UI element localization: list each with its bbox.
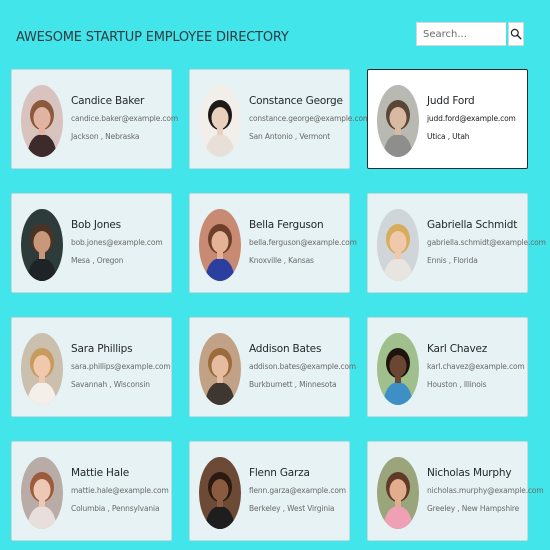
employee-card[interactable]: Nicholas Murphy nicholas.murphy@example.c… (367, 441, 544, 541)
employee-avatar (21, 209, 63, 281)
employee-card[interactable]: Addison Bates addison.bates@example.com Bu… (189, 317, 357, 417)
employee-email: karl.chavez@example.com (427, 362, 525, 371)
employee-name: Bob Jones (71, 219, 121, 231)
employee-location: Mesa , Oregon (71, 256, 124, 265)
page-title: AWESOME STARTUP EMPLOYEE DIRECTORY (16, 30, 289, 45)
employee-name: Bella Ferguson (249, 219, 324, 231)
employee-location: Ennis , Florida (427, 256, 478, 265)
search-form (416, 22, 524, 46)
employee-card[interactable]: Candice Baker candice.baker@example.com Ja… (11, 69, 179, 169)
employee-location: Knoxville , Kansas (249, 256, 314, 265)
search-icon (510, 28, 522, 40)
employee-location: Columbia , Pennsylvania (71, 504, 160, 513)
employee-info: Nicholas Murphy nicholas.murphy@example.c… (427, 466, 544, 514)
employee-name: Nicholas Murphy (427, 467, 512, 479)
employee-avatar (199, 333, 241, 405)
employee-info: Gabriella Schmidt gabriella.schmidt@examp… (427, 218, 546, 266)
employee-email: judd.ford@example.com (427, 114, 516, 123)
employee-email: bob.jones@example.com (71, 238, 163, 247)
employee-info: Karl Chavez karl.chavez@example.com Housto… (427, 342, 525, 390)
employee-name: Mattie Hale (71, 467, 129, 479)
employee-name: Judd Ford (427, 95, 475, 107)
employee-avatar (199, 85, 241, 157)
employee-card[interactable]: Sara Phillips sara.phillips@example.com Sa… (11, 317, 172, 417)
employee-info: Addison Bates addison.bates@example.com Bu… (249, 342, 357, 390)
employee-card[interactable]: Flenn Garza flenn.garza@example.com Berkel… (189, 441, 350, 541)
employee-avatar (377, 209, 419, 281)
employee-avatar (21, 457, 63, 529)
employee-location: Houston , Illinois (427, 380, 487, 389)
employee-email: mattie.hale@example.com (71, 486, 169, 495)
employee-card[interactable]: Constance George constance.george@example… (189, 69, 371, 169)
employee-avatar (199, 457, 241, 529)
employee-info: Judd Ford judd.ford@example.com Utica , Ut… (427, 94, 523, 142)
employee-avatar (21, 333, 63, 405)
employee-email: addison.bates@example.com (249, 362, 357, 371)
employee-email: constance.george@example.com (249, 114, 371, 123)
employee-location: Utica , Utah (427, 132, 470, 141)
employee-email: sara.phillips@example.com (71, 362, 171, 371)
search-button[interactable] (508, 22, 524, 46)
employee-name: Karl Chavez (427, 343, 488, 355)
employee-info: Flenn Garza flenn.garza@example.com Berkel… (249, 466, 346, 514)
employee-card[interactable]: Judd Ford judd.ford@example.com Utica , Ut… (367, 69, 528, 169)
employee-avatar (21, 85, 63, 157)
employee-avatar (377, 333, 419, 405)
employee-card[interactable]: Gabriella Schmidt gabriella.schmidt@examp… (367, 193, 546, 293)
employee-name: Candice Baker (71, 95, 145, 107)
employee-email: bella.ferguson@example.com (249, 238, 357, 247)
employee-name: Constance George (249, 95, 343, 107)
employee-name: Sara Phillips (71, 343, 133, 355)
employee-email: gabriella.schmidt@example.com (427, 238, 546, 247)
employee-avatar (377, 457, 419, 529)
employee-email: flenn.garza@example.com (249, 486, 346, 495)
employee-avatar (377, 85, 419, 157)
employee-location: Berkeley , West Virginia (249, 504, 335, 513)
employee-card[interactable]: Bella Ferguson bella.ferguson@example.com… (189, 193, 357, 293)
employee-location: Jackson , Nebraska (71, 132, 140, 141)
employee-email: candice.baker@example.com (71, 114, 179, 123)
employee-email: nicholas.murphy@example.com (427, 486, 544, 495)
employee-location: Burkburnett , Minnesota (249, 380, 337, 389)
employee-location: Greeley , New Hampshire (427, 504, 520, 513)
employee-location: Savannah , Wisconsin (71, 380, 150, 389)
employee-name: Flenn Garza (249, 467, 310, 479)
employee-location: San Antonio , Vermont (249, 132, 331, 141)
employee-info: Bob Jones bob.jones@example.com Mesa , Ore… (71, 218, 167, 266)
employee-info: Candice Baker candice.baker@example.com Ja… (71, 94, 179, 142)
employee-info: Constance George constance.george@example… (249, 94, 371, 142)
employee-card[interactable]: Mattie Hale mattie.hale@example.com Columb… (11, 441, 172, 541)
employee-info: Sara Phillips sara.phillips@example.com Sa… (71, 342, 171, 390)
employee-directory-page: AWESOME STARTUP EMPLOYEE DIRECTORY Candi… (0, 0, 550, 550)
search-input[interactable] (416, 22, 506, 46)
employee-info: Bella Ferguson bella.ferguson@example.com… (249, 218, 357, 266)
employee-avatar (199, 209, 241, 281)
employee-name: Gabriella Schmidt (427, 219, 518, 231)
employee-card[interactable]: Karl Chavez karl.chavez@example.com Housto… (367, 317, 528, 417)
employee-card[interactable]: Bob Jones bob.jones@example.com Mesa , Ore… (11, 193, 172, 293)
employee-info: Mattie Hale mattie.hale@example.com Columb… (71, 466, 169, 514)
employee-name: Addison Bates (249, 343, 322, 355)
